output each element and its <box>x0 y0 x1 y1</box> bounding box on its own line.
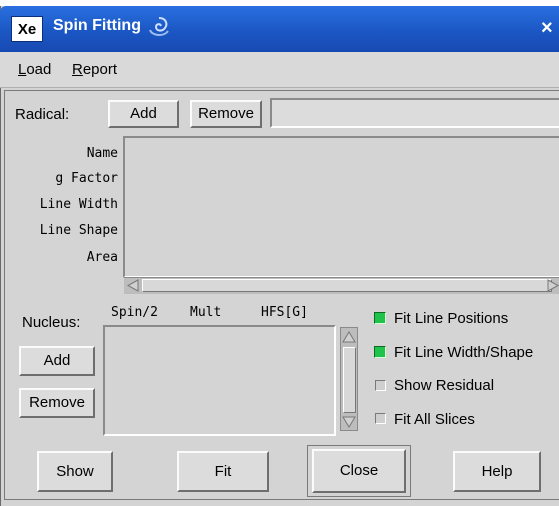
scroll-down-arrow[interactable] <box>342 415 356 429</box>
property-label-area: Area <box>86 250 118 265</box>
help-button[interactable]: Help <box>453 451 541 492</box>
scroll-left-arrow[interactable] <box>126 279 140 292</box>
show-button[interactable]: Show <box>37 451 113 492</box>
nucleus-remove-button[interactable]: Remove <box>19 388 95 418</box>
scroll-up-arrow[interactable] <box>342 330 356 344</box>
nucleus-scroll-thumb[interactable] <box>343 347 356 413</box>
swirl-icon <box>146 14 172 40</box>
fit-line-width-shape-checkbox[interactable] <box>374 346 386 358</box>
radical-label: Radical: <box>15 106 70 123</box>
fit-line-width-shape-label[interactable]: Fit Line Width/Shape <box>394 344 533 361</box>
nucleus-label: Nucleus: <box>22 314 81 331</box>
nucleus-list[interactable] <box>103 325 336 436</box>
column-hfs: HFS[G] <box>261 305 308 320</box>
radical-remove-button[interactable]: Remove <box>190 100 262 128</box>
fit-line-positions-checkbox[interactable] <box>374 312 386 324</box>
radical-add-button[interactable]: Add <box>108 100 179 128</box>
property-label-line-shape: Line Shape <box>39 223 118 238</box>
column-mult: Mult <box>190 305 222 320</box>
column-spin: Spin/2 <box>111 305 158 320</box>
radical-properties-table[interactable] <box>123 136 559 278</box>
app-icon: Xe <box>11 16 43 42</box>
show-residual-checkbox[interactable] <box>375 380 386 391</box>
fit-line-positions-label[interactable]: Fit Line Positions <box>394 310 508 327</box>
property-label-line-width: Line Width <box>39 197 118 212</box>
scroll-right-arrow[interactable] <box>546 279 559 292</box>
properties-scroll-thumb[interactable] <box>142 279 552 292</box>
window-title: Spin Fitting <box>53 17 141 34</box>
fit-all-slices-checkbox[interactable] <box>375 413 386 424</box>
radical-name-field[interactable] <box>270 98 559 128</box>
property-label-name: Name <box>86 146 118 161</box>
fit-all-slices-label[interactable]: Fit All Slices <box>394 411 475 428</box>
property-label-g-factor: g Factor <box>55 171 118 186</box>
show-residual-label[interactable]: Show Residual <box>394 377 494 394</box>
window-close-button[interactable]: × <box>541 14 559 42</box>
menu-load[interactable]: Load <box>18 61 51 78</box>
fit-button[interactable]: Fit <box>177 451 269 492</box>
menu-report[interactable]: Report <box>72 61 117 78</box>
nucleus-add-button[interactable]: Add <box>19 346 95 376</box>
close-button[interactable]: Close <box>312 449 406 493</box>
